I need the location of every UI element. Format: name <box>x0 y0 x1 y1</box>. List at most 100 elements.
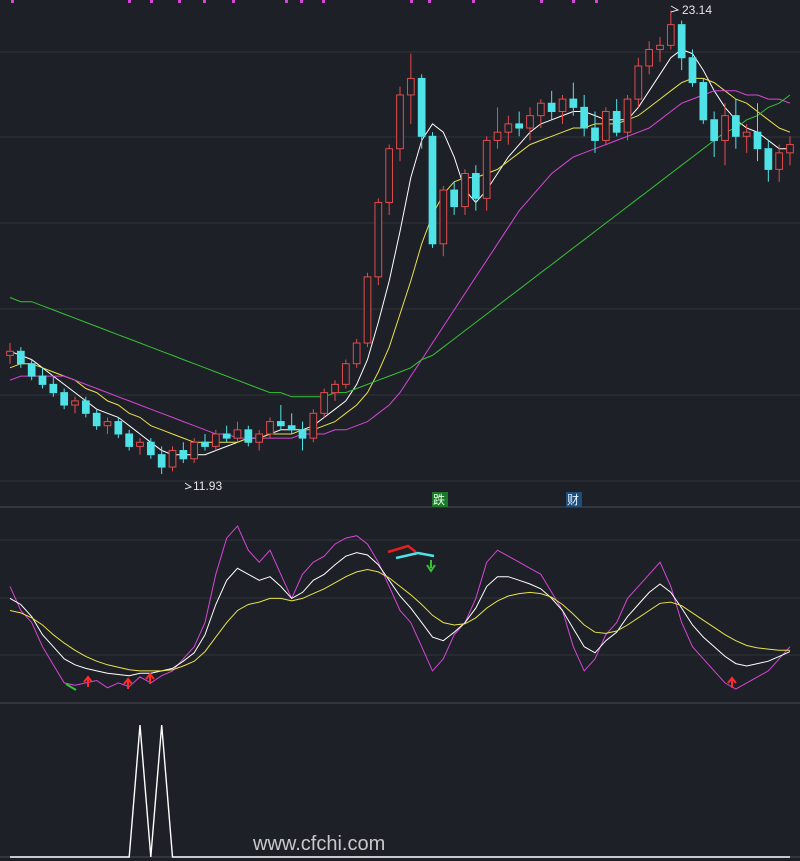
candle-body-62 <box>677 24 686 59</box>
candle-body-47 <box>515 123 524 129</box>
watermark: www.cfchi.com <box>252 833 385 855</box>
candle-body-56 <box>612 110 621 133</box>
candle-body-9 <box>103 421 112 427</box>
candle-body-49 <box>536 102 545 117</box>
candle-body-36 <box>396 94 404 150</box>
candle-body-7 <box>81 400 90 414</box>
candle-body-66 <box>721 115 729 141</box>
candle-body-50 <box>547 102 556 112</box>
top-marker-12 <box>540 0 543 3</box>
candle-body-69 <box>753 131 762 150</box>
candle-body-61 <box>666 24 675 46</box>
candle-33 <box>363 272 372 348</box>
candle-64 <box>699 78 708 124</box>
candle-body-12 <box>136 441 144 447</box>
high-price-label: 23.14 <box>682 3 712 17</box>
candle-39 <box>428 132 437 248</box>
top-marker-8 <box>322 0 325 3</box>
candle-body-34 <box>374 201 383 278</box>
candle-body-51 <box>558 98 567 112</box>
candle-body-22 <box>244 429 253 443</box>
top-marker-1 <box>128 0 131 3</box>
candle-body-45 <box>493 131 502 141</box>
candle-body-40 <box>439 189 448 245</box>
candle-body-24 <box>266 421 274 435</box>
top-marker-11 <box>472 0 475 3</box>
candle-body-31 <box>341 363 350 385</box>
top-marker-14 <box>595 0 598 3</box>
candle-body-16 <box>179 450 188 460</box>
candle-body-58 <box>634 65 643 100</box>
candle-body-14 <box>157 454 166 468</box>
top-marker-6 <box>285 0 288 3</box>
candle-body-8 <box>92 412 101 427</box>
candle-body-70 <box>764 148 773 170</box>
candle-17 <box>190 438 199 463</box>
candle-body-6 <box>71 400 79 406</box>
candle-body-57 <box>623 98 632 133</box>
candle-28 <box>309 409 318 443</box>
candle-body-5 <box>60 392 69 406</box>
signal-badge-2-text: 财 <box>567 493 579 507</box>
signal-badge-1-text: 跌 <box>433 492 445 507</box>
signal-badge-1: 跌 <box>432 492 448 507</box>
candle-body-65 <box>710 119 719 141</box>
candle-body-11 <box>125 433 134 447</box>
top-marker-10 <box>428 0 431 3</box>
candle-body-17 <box>190 441 199 460</box>
candle-body-4 <box>49 383 58 394</box>
signal-badge-2: 财 <box>566 492 582 507</box>
candle-body-3 <box>38 375 47 385</box>
top-marker-5 <box>232 0 235 3</box>
top-marker-9 <box>410 0 413 3</box>
candle-body-68 <box>742 131 751 137</box>
top-marker-7 <box>300 0 303 3</box>
candle-body-37 <box>406 77 415 96</box>
chart-canvas: 23.14 11.93 跌 财 www.cfchi.com <box>0 0 800 861</box>
candle-34 <box>374 198 383 286</box>
candle-body-72 <box>786 144 794 154</box>
candle-body-19 <box>211 433 220 447</box>
candle-body-59 <box>645 48 654 67</box>
candle-body-0 <box>6 350 14 356</box>
candle-body-64 <box>699 82 708 121</box>
candle-body-43 <box>471 173 480 199</box>
candle-15 <box>168 446 177 472</box>
top-marker-4 <box>203 0 206 3</box>
candle-31 <box>341 359 350 389</box>
candle-body-15 <box>168 450 177 468</box>
candle-body-30 <box>331 383 339 394</box>
candle-body-42 <box>461 173 469 208</box>
candle-29 <box>320 388 329 418</box>
candle-body-48 <box>526 115 534 129</box>
candle-body-2 <box>27 363 36 377</box>
candle-body-41 <box>450 189 459 208</box>
candle-body-46 <box>504 123 513 133</box>
candle-body-18 <box>201 441 209 447</box>
candle-32 <box>352 338 361 368</box>
candle-body-27 <box>298 429 307 439</box>
candle-body-13 <box>146 441 155 456</box>
candle-body-28 <box>309 412 318 439</box>
candle-body-29 <box>320 392 329 414</box>
top-marker-2 <box>150 0 153 3</box>
candle-body-32 <box>352 342 361 365</box>
candle-body-44 <box>482 139 491 199</box>
candle-body-67 <box>731 115 740 137</box>
candle-body-26 <box>287 425 296 431</box>
candle-body-1 <box>16 350 25 365</box>
candle-body-10 <box>114 421 123 435</box>
candle-body-39 <box>428 135 437 245</box>
candle-body-33 <box>363 276 372 344</box>
top-marker-0 <box>11 0 14 3</box>
candle-body-71 <box>775 152 784 170</box>
candle-body-55 <box>601 110 610 141</box>
low-price-label: 11.93 <box>193 479 222 493</box>
candle-body-21 <box>233 429 242 439</box>
candle-body-53 <box>580 106 589 129</box>
candle-body-38 <box>417 77 426 137</box>
candle-body-54 <box>591 127 599 141</box>
candle-55 <box>601 107 610 145</box>
candle-body-25 <box>276 421 285 427</box>
top-marker-13 <box>572 0 575 3</box>
